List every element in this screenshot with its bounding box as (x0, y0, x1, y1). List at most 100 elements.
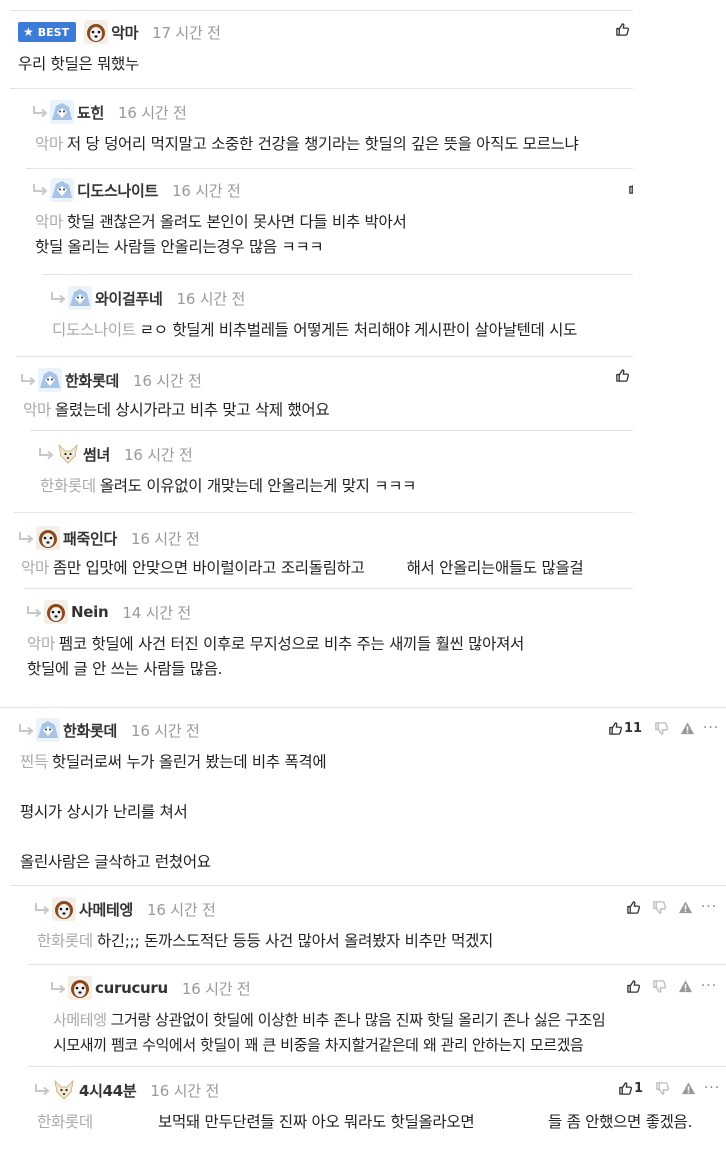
author-name[interactable]: 디도스나이트 (77, 180, 158, 201)
more-menu-icon[interactable]: ··· (698, 899, 720, 915)
thumb-down-icon[interactable] (646, 979, 672, 994)
mention[interactable]: 사메테엥 (53, 1011, 107, 1029)
comment-content: 보먹돼 만두단련들 진짜 아오 뭐라도 핫딜올라오면 (158, 1113, 475, 1131)
comment-header: 디도스나이트 16 시간 전 (32, 176, 241, 204)
mention[interactable]: 한화롯데 (40, 477, 96, 495)
author-name[interactable]: 한화롯데 (63, 720, 117, 741)
timestamp: 16 시간 전 (172, 181, 241, 200)
divider (10, 88, 633, 89)
author-name[interactable]: 4시44분 (79, 1080, 137, 1101)
like-count: 1 (634, 1080, 644, 1096)
avatar[interactable] (84, 20, 108, 44)
avatar[interactable] (52, 1078, 76, 1102)
thumb-down-icon[interactable] (648, 721, 674, 736)
avatar[interactable] (52, 897, 76, 921)
report-icon[interactable] (672, 979, 698, 994)
comment-header: Nein 14 시간 전 (26, 598, 191, 626)
reply-arrow-icon (32, 105, 48, 119)
reply-arrow-icon (18, 531, 34, 545)
timestamp: 17 시간 전 (152, 23, 221, 42)
divider (24, 588, 633, 589)
mention[interactable]: 악마 (35, 135, 63, 153)
timestamp: 14 시간 전 (122, 603, 191, 622)
avatar[interactable] (68, 286, 92, 310)
comment-content: 좀만 입맛에 안맞으면 바이럴이라고 조리돌림하고 (52, 559, 365, 577)
thumb-down-icon[interactable] (649, 1081, 675, 1096)
report-icon[interactable] (674, 721, 700, 736)
thumb-up-icon[interactable] (622, 180, 633, 195)
more-menu-icon[interactable]: ··· (698, 978, 720, 994)
comment-content: 핫딜에 글 안 쓰는 사람들 많음. (27, 660, 223, 678)
mention[interactable]: 한화롯데 (37, 1113, 93, 1131)
author-name[interactable]: 와이걸푸네 (95, 288, 163, 309)
comment-actions: 11 ··· (602, 720, 722, 736)
comment-content: 핫딜러로써 누가 올린거 봤는데 비추 폭격에 (51, 753, 327, 771)
comment-header: 한화롯데 16 시간 전 (18, 716, 200, 744)
report-icon[interactable] (675, 1081, 701, 1096)
mention[interactable]: 한화롯데 (37, 932, 93, 950)
comment-header: 패죽인다 16 시간 전 (18, 524, 200, 552)
comment-header: 사메테엥 16 시간 전 (34, 895, 216, 923)
avatar[interactable] (36, 526, 60, 550)
timestamp: 16 시간 전 (124, 445, 193, 464)
comment-content: 핫딜 괜찮은거 올려도 본인이 못사면 다들 비추 박아서 (66, 213, 407, 231)
author-name[interactable]: 썸녀 (83, 444, 110, 465)
comment-content: 올린사람은 글삭하고 런쳤어요 (20, 853, 211, 871)
timestamp: 16 시간 전 (147, 900, 216, 919)
divider (28, 1066, 726, 1067)
reply-arrow-icon (34, 902, 50, 916)
comment-header: curucuru 16 시간 전 (50, 974, 251, 1002)
author-name[interactable]: 됴힌 (77, 102, 104, 123)
comment-content: 그거랑 상관없이 핫딜에 이상한 비추 존나 많음 진짜 핫딜 올리기 존나 싫… (110, 1011, 606, 1029)
thumb-up-icon[interactable] (609, 368, 633, 383)
comment-actions (609, 368, 633, 383)
comment-text: 우리 핫딜은 뭐했누 (18, 55, 139, 73)
reply-arrow-icon (50, 981, 66, 995)
comment-text: 악마 펨코 핫딜에 사건 터진 이후로 무지성으로 비추 주는 새끼들 훨씬 많아… (27, 632, 524, 682)
report-icon[interactable] (672, 900, 698, 915)
more-menu-icon[interactable]: ··· (700, 720, 722, 736)
thumb-up-icon[interactable] (609, 22, 633, 37)
author-name[interactable]: 악마 (111, 22, 138, 43)
avatar[interactable] (36, 718, 60, 742)
comment-thread-top: ★ BEST 악마 17 시간 전 우리 핫딜은 뭐했누 됴힌 16 시간 전 악… (0, 0, 633, 700)
mention[interactable]: 악마 (23, 401, 51, 419)
avatar[interactable] (68, 976, 92, 1000)
comment-actions: 1 ··· (612, 1080, 723, 1096)
comment-content: 해서 안올리는애들도 많을걸 (406, 559, 584, 577)
thumb-up-icon[interactable] (620, 900, 646, 915)
thumb-down-icon[interactable] (646, 900, 672, 915)
author-name[interactable]: 패죽인다 (63, 528, 117, 549)
timestamp: 16 시간 전 (131, 529, 200, 548)
comment-header: 한화롯데 16 시간 전 (20, 366, 202, 394)
avatar[interactable] (56, 442, 80, 466)
author-name[interactable]: 사메테엥 (79, 899, 133, 920)
reply-arrow-icon (50, 291, 66, 305)
mention[interactable]: 악마 (35, 213, 63, 231)
divider (10, 10, 633, 11)
avatar[interactable] (44, 600, 68, 624)
divider (14, 512, 633, 513)
comment-actions (622, 180, 633, 195)
comment-text: 악마 좀만 입맛에 안맞으면 바이럴이라고 조리돌림하고 해서 안올리는애들도 많을… (21, 556, 584, 581)
star-icon: ★ (23, 25, 34, 39)
mention[interactable]: 디도스나이트 (52, 321, 136, 339)
thumb-up-icon[interactable] (620, 979, 646, 994)
comment-actions: ··· (620, 978, 720, 994)
avatar[interactable] (50, 100, 74, 124)
author-name[interactable]: curucuru (95, 979, 168, 997)
comment-actions (609, 22, 633, 37)
author-name[interactable]: 한화롯데 (65, 370, 119, 391)
comment-actions: ··· (620, 899, 720, 915)
timestamp: 16 시간 전 (133, 371, 202, 390)
avatar[interactable] (38, 368, 62, 392)
mention[interactable]: 찐득 (20, 753, 48, 771)
comment-content: 핫딜 올리는 사람들 안올리는경우 많음 ㅋㅋㅋ (35, 238, 324, 256)
avatar[interactable] (50, 178, 74, 202)
mention[interactable]: 악마 (21, 559, 49, 577)
divider (28, 964, 726, 965)
author-name[interactable]: Nein (71, 603, 109, 621)
mention[interactable]: 악마 (27, 635, 55, 653)
comment-header: 4시44분 16 시간 전 (34, 1076, 219, 1104)
more-menu-icon[interactable]: ··· (701, 1080, 723, 1096)
